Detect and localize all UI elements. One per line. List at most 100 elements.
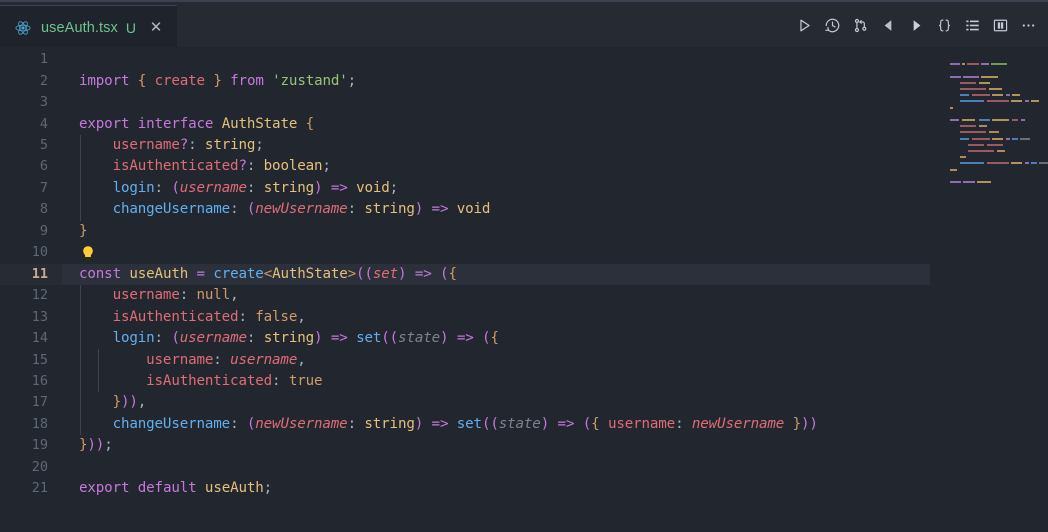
- format-braces-button[interactable]: [930, 12, 958, 40]
- code-line[interactable]: 13 isAuthenticated: false,: [0, 306, 938, 327]
- code-line-text: isAuthenticated: false,: [79, 307, 306, 328]
- minimap-token: [960, 94, 969, 97]
- code-token: true: [288, 372, 323, 389]
- code-editor[interactable]: 1 2 import { create } from 'zustand'; 3 4 exp…: [0, 47, 1048, 532]
- run-code-button[interactable]: [790, 12, 818, 40]
- minimap-token: [950, 75, 961, 78]
- code-line[interactable]: 15 username: username,: [0, 349, 938, 370]
- code-line[interactable]: 18 changeUsername: (newUsername: string)…: [0, 414, 938, 435]
- code-token: ;: [347, 72, 357, 89]
- code-line[interactable]: 8 changeUsername: (newUsername: string) …: [0, 199, 938, 220]
- minimap-token: [1031, 100, 1039, 103]
- minimap-token: [950, 119, 959, 121]
- navigate-back-button[interactable]: [874, 12, 902, 40]
- minimap-token: [992, 119, 1009, 121]
- minimap-token: [950, 168, 957, 171]
- code-token: :: [347, 201, 365, 218]
- lightbulb-icon[interactable]: [80, 245, 96, 262]
- editor-tab-useauth-tsx[interactable]: useAuth.tsx U ✕: [0, 5, 177, 49]
- code-token: =>: [330, 330, 348, 347]
- minimap-token: [1006, 94, 1010, 97]
- code-token: changeUsername: [112, 201, 231, 218]
- code-token: (: [171, 330, 180, 347]
- minimap-token: [981, 63, 989, 66]
- line-number: 5: [39, 137, 48, 154]
- code-line[interactable]: 6 isAuthenticated?: boolean;: [0, 156, 938, 177]
- code-line[interactable]: 16 isAuthenticated: true: [0, 371, 938, 392]
- code-token: (: [582, 415, 592, 432]
- code-line[interactable]: 10: [0, 242, 938, 263]
- code-token: from: [230, 72, 264, 89]
- code-line[interactable]: 4 export interface AuthState {: [0, 113, 938, 134]
- code-line-text: isAuthenticated?: boolean;: [79, 156, 331, 177]
- code-token: AuthState: [272, 265, 348, 282]
- code-line[interactable]: 12 username: null,: [0, 285, 938, 306]
- code-line[interactable]: 7 login: (username: string) => void;: [0, 178, 938, 199]
- code-line[interactable]: 21 export default useAuth;: [0, 478, 938, 499]
- code-line[interactable]: 17 })),: [0, 392, 938, 413]
- code-line[interactable]: 20: [0, 457, 938, 478]
- code-text-area[interactable]: 1 2 import { create } from 'zustand'; 3 4 exp…: [0, 47, 938, 532]
- code-line[interactable]: 9}: [0, 221, 938, 242]
- code-token: {: [591, 415, 600, 432]
- code-line[interactable]: 5 username?: string;: [0, 135, 938, 156]
- line-number: 1: [39, 51, 48, 68]
- code-line-text: isAuthenticated: true: [79, 371, 322, 392]
- code-token: username: [179, 179, 247, 196]
- code-token: false: [255, 308, 298, 325]
- minimap-token: [992, 94, 1003, 97]
- code-line[interactable]: 3: [0, 92, 938, 113]
- code-token: void: [356, 179, 390, 196]
- tab-close-icon[interactable]: ✕: [147, 19, 165, 37]
- outline-list-button[interactable]: [958, 12, 986, 40]
- minimap-token: [950, 106, 953, 109]
- code-token: string: [364, 201, 415, 218]
- code-line-text: }: [79, 221, 88, 242]
- line-number: 3: [39, 94, 48, 111]
- code-line[interactable]: 1: [0, 49, 938, 70]
- timeline-history-button[interactable]: [818, 12, 846, 40]
- minimap-token: [1025, 100, 1029, 103]
- code-line[interactable]: 14 login: (username: string) => set((sta…: [0, 328, 938, 349]
- code-token: {: [137, 72, 147, 89]
- code-line[interactable]: 19}));: [0, 435, 938, 456]
- line-number: 11: [31, 265, 48, 282]
- navigate-forward-button[interactable]: [902, 12, 930, 40]
- split-editor-button[interactable]: [986, 12, 1014, 40]
- code-line-text: })),: [79, 392, 147, 413]
- minimap-token: [1012, 94, 1020, 97]
- code-line[interactable]: 11 const useAuth = create<AuthState>((set…: [0, 264, 938, 285]
- line-number: 9: [39, 222, 48, 239]
- code-token: boolean: [263, 158, 323, 175]
- minimap-token: [979, 125, 987, 128]
- code-token: (: [171, 179, 180, 196]
- code-token: (: [246, 201, 256, 218]
- editor-minimap[interactable]: [938, 47, 1048, 532]
- minimap-token: [960, 156, 966, 159]
- minimap-token: [967, 63, 979, 66]
- code-token: ): [414, 415, 424, 432]
- minimap-token: [1039, 162, 1048, 165]
- minimap-token: [963, 181, 975, 183]
- more-actions-button[interactable]: [1014, 12, 1042, 40]
- code-token: set: [372, 265, 399, 282]
- code-line[interactable]: 2 import { create } from 'zustand';: [0, 70, 938, 91]
- minimap-token: [989, 131, 999, 134]
- minimap-token: [960, 162, 984, 165]
- code-token: state: [498, 415, 541, 432]
- code-token: string: [263, 330, 315, 347]
- source-control-button[interactable]: [846, 12, 874, 40]
- code-token: {: [448, 265, 457, 282]
- minimap-token: [1011, 162, 1022, 165]
- code-token: =>: [431, 201, 449, 218]
- minimap-token: [1021, 119, 1025, 121]
